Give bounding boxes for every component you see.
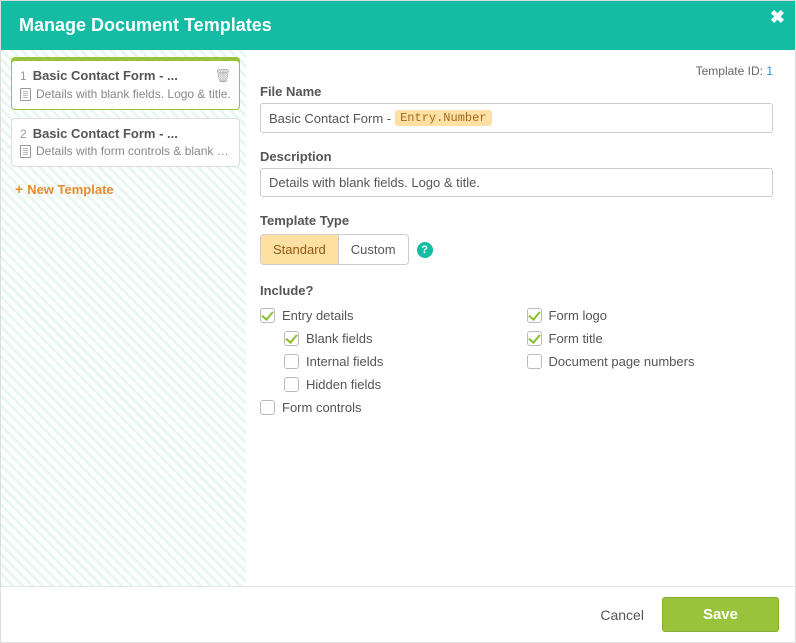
include-right-column: Form logo Form title Document page numbe…: [527, 304, 774, 419]
label-internal-fields: Internal fields: [306, 354, 383, 369]
template-list-item[interactable]: 1 Basic Contact Form - ... 🗑 Details wit…: [11, 60, 240, 110]
template-title: Basic Contact Form - ...: [33, 126, 231, 141]
document-icon: [20, 88, 31, 101]
templates-sidebar: 1 Basic Contact Form - ... 🗑 Details wit…: [1, 50, 246, 586]
description-label: Description: [260, 149, 773, 164]
new-template-label: New Template: [27, 182, 113, 197]
dialog-title: Manage Document Templates: [19, 15, 777, 36]
label-blank-fields: Blank fields: [306, 331, 372, 346]
include-left-column: Entry details Blank fields Internal fiel…: [260, 304, 507, 419]
template-number: 2: [20, 127, 27, 141]
dialog-body: 1 Basic Contact Form - ... 🗑 Details wit…: [1, 50, 795, 586]
checkbox-page-numbers[interactable]: [527, 354, 542, 369]
template-type-standard[interactable]: Standard: [261, 235, 338, 264]
template-description: Details with form controls & blank fi...: [36, 144, 231, 158]
template-id-value: 1: [766, 64, 773, 78]
dialog-header: Manage Document Templates ✖: [1, 1, 795, 50]
checkbox-form-title[interactable]: [527, 331, 542, 346]
label-form-title: Form title: [549, 331, 603, 346]
plus-icon: +: [15, 181, 23, 197]
manage-templates-dialog: Manage Document Templates ✖ 1 Basic Cont…: [0, 0, 796, 643]
document-icon: [20, 145, 31, 158]
checkbox-hidden-fields[interactable]: [284, 377, 299, 392]
checkbox-blank-fields[interactable]: [284, 331, 299, 346]
template-editor-panel: Template ID: 1 File Name Basic Contact F…: [246, 50, 795, 586]
trash-icon[interactable]: 🗑: [214, 68, 231, 84]
file-name-input[interactable]: Basic Contact Form - Entry.Number: [260, 103, 773, 133]
label-hidden-fields: Hidden fields: [306, 377, 381, 392]
checkbox-internal-fields[interactable]: [284, 354, 299, 369]
description-input[interactable]: [260, 168, 773, 197]
new-template-button[interactable]: + New Template: [11, 175, 240, 203]
template-description: Details with blank fields. Logo & title.: [36, 87, 231, 101]
checkbox-form-logo[interactable]: [527, 308, 542, 323]
template-id-label: Template ID:: [696, 64, 763, 78]
file-name-token-chip[interactable]: Entry.Number: [395, 110, 491, 126]
label-page-numbers: Document page numbers: [549, 354, 695, 369]
template-list-item[interactable]: 2 Basic Contact Form - ... Details with …: [11, 118, 240, 167]
label-form-logo: Form logo: [549, 308, 608, 323]
close-icon[interactable]: ✖: [770, 7, 785, 28]
template-title: Basic Contact Form - ...: [33, 68, 209, 83]
template-id-row: Template ID: 1: [260, 64, 773, 78]
save-button[interactable]: Save: [662, 597, 779, 632]
label-form-controls: Form controls: [282, 400, 361, 415]
template-number: 1: [20, 69, 27, 83]
checkbox-form-controls[interactable]: [260, 400, 275, 415]
checkbox-entry-details[interactable]: [260, 308, 275, 323]
include-label: Include?: [260, 283, 773, 298]
dialog-footer: Cancel Save: [1, 586, 795, 642]
template-type-toggle: Standard Custom: [260, 234, 409, 265]
file-name-label: File Name: [260, 84, 773, 99]
help-icon[interactable]: ?: [417, 242, 433, 258]
label-entry-details: Entry details: [282, 308, 354, 323]
cancel-button[interactable]: Cancel: [600, 607, 644, 623]
file-name-prefix: Basic Contact Form -: [269, 111, 391, 126]
template-type-custom[interactable]: Custom: [338, 235, 408, 264]
template-type-label: Template Type: [260, 213, 773, 228]
